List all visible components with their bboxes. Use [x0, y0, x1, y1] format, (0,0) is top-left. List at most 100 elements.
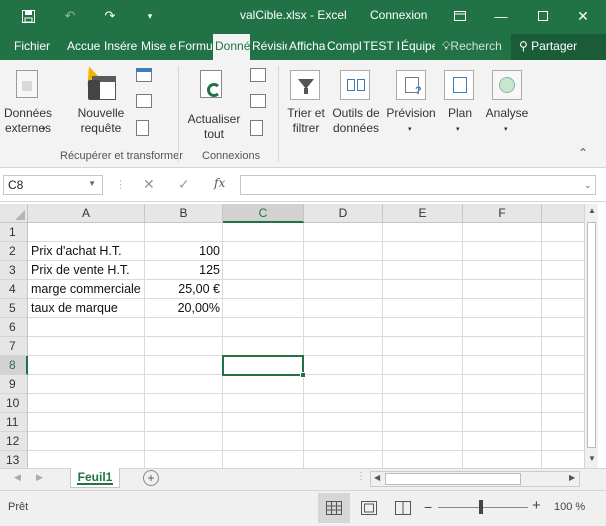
zoom-out-button[interactable]: − — [424, 499, 432, 515]
column-header-c[interactable]: C — [223, 204, 304, 223]
search-box[interactable]: 💡︎Recherch — [442, 39, 508, 54]
row-header-13[interactable]: 13 — [0, 451, 28, 468]
enter-icon[interactable]: ✓ — [178, 176, 190, 193]
column-header-e[interactable]: E — [383, 204, 463, 223]
formula-bar-separator: ⋮ — [115, 179, 126, 191]
vertical-scrollbar[interactable]: ▲ ▼ — [584, 204, 598, 468]
column-header-f[interactable]: F — [463, 204, 542, 223]
share-button[interactable]: ⚲ Partager — [511, 34, 606, 60]
scroll-up-icon[interactable]: ▲ — [588, 206, 596, 215]
customize-quick-access-icon[interactable]: ▾ — [140, 0, 160, 32]
sheet-tab-feuil1[interactable]: Feuil1 — [70, 468, 120, 488]
nouvelle-requete-button[interactable]: Nouvelle requête — [70, 63, 132, 148]
select-all-corner[interactable] — [0, 204, 28, 223]
tab-formules[interactable]: Formu — [178, 39, 213, 53]
scroll-right-icon[interactable]: ▶ — [569, 473, 575, 482]
plan-button[interactable]: Plan ▾ — [440, 64, 480, 148]
expand-formula-icon[interactable]: ⌄ — [584, 180, 592, 191]
minimize-icon[interactable]: — — [486, 0, 516, 32]
formula-input[interactable] — [240, 175, 596, 195]
cell-b4[interactable]: 25,00 € — [145, 280, 223, 299]
save-icon[interactable] — [18, 0, 38, 32]
cell-a2[interactable]: Prix d'achat H.T. — [28, 242, 125, 261]
tab-revision[interactable]: Révisio — [252, 39, 287, 53]
cell-b3[interactable]: 125 — [145, 261, 223, 280]
horizontal-scrollbar-thumb[interactable] — [385, 473, 521, 485]
analyse-button[interactable]: Analyse ▾ — [484, 64, 530, 148]
edit-links-icon[interactable] — [250, 120, 263, 136]
column-header-b[interactable]: B — [145, 204, 223, 223]
zoom-slider-thumb[interactable] — [479, 500, 483, 514]
row-header-2[interactable]: 2 — [0, 242, 28, 261]
tab-donnees[interactable]: Donné — [213, 34, 250, 60]
tab-mise-en-page[interactable]: Mise e — [141, 39, 176, 53]
row-header-5[interactable]: 5 — [0, 299, 28, 318]
row-header-4[interactable]: 4 — [0, 280, 28, 299]
tab-split-handle[interactable]: ⋮ — [356, 471, 366, 482]
restore-icon[interactable] — [528, 0, 558, 32]
outils-donnees-label: Outils de données — [332, 106, 380, 135]
row-header-3[interactable]: 3 — [0, 261, 28, 280]
view-page-layout-button[interactable] — [354, 493, 384, 523]
row-header-1[interactable]: 1 — [0, 223, 28, 242]
from-table-icon[interactable] — [136, 94, 152, 108]
row-header-8[interactable]: 8 — [0, 356, 28, 375]
login-link[interactable]: Connexion — [370, 8, 427, 22]
recent-sources-icon[interactable] — [136, 120, 149, 136]
insert-function-icon[interactable]: fx — [214, 176, 225, 190]
tab-fichier[interactable]: Fichier — [14, 39, 54, 53]
tab-affichage[interactable]: Afficha — [289, 39, 325, 53]
plan-label: Plan — [447, 106, 473, 120]
tab-equipe[interactable]: Équipe — [401, 39, 435, 53]
redo-icon[interactable]: ↷ — [100, 0, 120, 32]
row-header-7[interactable]: 7 — [0, 337, 28, 356]
tab-test[interactable]: TEST D — [363, 39, 399, 53]
column-header-a[interactable]: A — [28, 204, 145, 223]
row-header-6[interactable]: 6 — [0, 318, 28, 337]
cancel-icon[interactable]: ✕ — [143, 176, 155, 193]
zoom-slider-track[interactable] — [438, 507, 528, 508]
cell-b2[interactable]: 100 — [145, 242, 223, 261]
trier-filtrer-button[interactable]: Trier et filtrer — [284, 64, 328, 148]
donnees-externes-button[interactable]: Données externes ▾ — [2, 64, 54, 148]
tab-inserer[interactable]: Insére — [104, 39, 139, 53]
status-bar: Prêt − + 100 % — [0, 490, 606, 526]
tab-complements[interactable]: Compl — [327, 39, 361, 53]
scroll-down-icon[interactable]: ▼ — [588, 454, 596, 463]
active-cell-selection[interactable] — [222, 355, 306, 378]
properties-icon[interactable] — [250, 94, 266, 108]
add-sheet-button[interactable]: + — [143, 470, 159, 486]
column-header-d[interactable]: D — [304, 204, 383, 223]
view-page-break-button[interactable] — [388, 493, 418, 523]
prev-sheet-icon[interactable]: ◀ — [14, 472, 21, 483]
actualiser-tout-button[interactable]: Actualiser tout — [184, 64, 244, 148]
cell-a5[interactable]: taux de marque — [28, 299, 121, 318]
undo-icon[interactable]: ↶ — [60, 0, 80, 32]
tab-accueil[interactable]: Accue — [67, 39, 102, 53]
fill-handle[interactable] — [300, 372, 306, 378]
row-header-11[interactable]: 11 — [0, 413, 28, 432]
row-header-10[interactable]: 10 — [0, 394, 28, 413]
filter-icon — [290, 70, 320, 100]
scrollbar-thumb[interactable] — [587, 222, 596, 448]
scroll-left-icon[interactable]: ◀ — [374, 473, 380, 482]
cell-a4[interactable]: marge commerciale — [28, 280, 144, 299]
zoom-level[interactable]: 100 % — [554, 501, 585, 513]
next-sheet-icon[interactable]: ▶ — [36, 472, 43, 483]
outils-donnees-button[interactable]: Outils de données — [330, 64, 382, 148]
view-normal-button[interactable] — [318, 493, 350, 523]
row-header-9[interactable]: 9 — [0, 375, 28, 394]
cell-b5[interactable]: 20,00% — [145, 299, 223, 318]
group-separator — [278, 66, 279, 162]
close-icon[interactable]: ✕ — [568, 0, 598, 32]
prevision-button[interactable]: ? Prévision ▾ — [384, 64, 438, 148]
row-header-12[interactable]: 12 — [0, 432, 28, 451]
collapse-ribbon-icon[interactable]: ⌃ — [578, 146, 588, 160]
ribbon-display-options-icon[interactable] — [450, 0, 470, 32]
horizontal-scrollbar[interactable]: ◀ ▶ — [370, 471, 580, 487]
show-queries-icon[interactable] — [136, 68, 152, 82]
connections-icon[interactable] — [250, 68, 266, 82]
cell-a3[interactable]: Prix de vente H.T. — [28, 261, 133, 280]
zoom-in-button[interactable]: + — [532, 497, 541, 514]
name-box[interactable]: C8 ▼ — [3, 175, 103, 195]
